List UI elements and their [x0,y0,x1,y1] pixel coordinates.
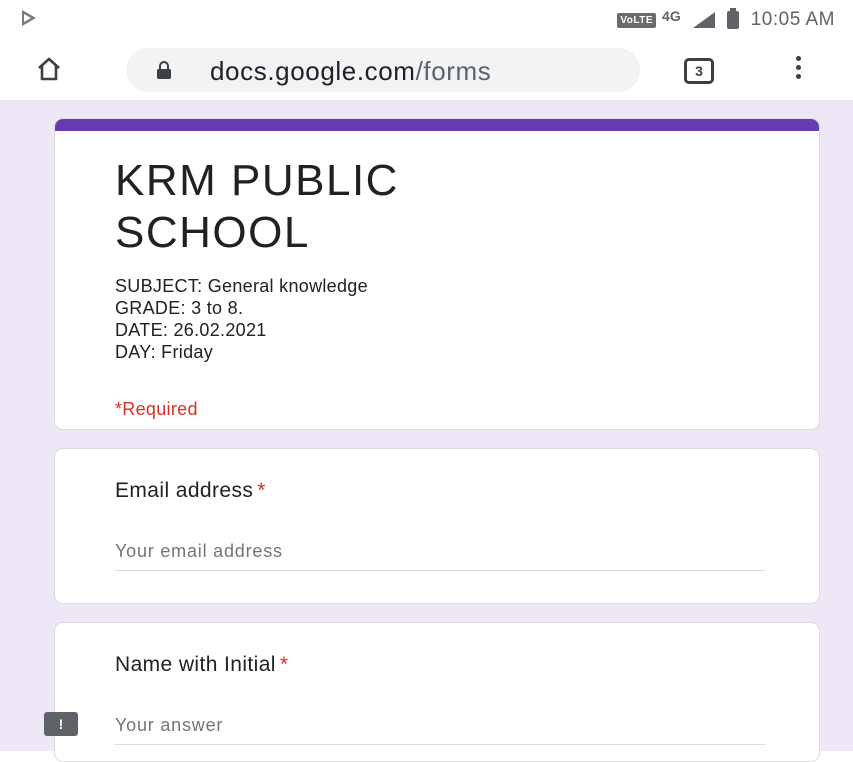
description-date: DATE: 26.02.2021 [115,320,267,340]
more-vert-icon[interactable] [790,56,806,86]
status-indicators: VoLTE 4G 10:05 AM [617,8,835,32]
volte-badge: VoLTE [617,12,657,28]
feedback-icon[interactable]: ! [44,712,78,736]
address-bar[interactable]: docs.google.com/forms [126,48,640,92]
url-text: docs.google.com/forms [210,56,491,87]
form-title: KRM PUBLIC SCHOOL [115,155,635,259]
question-label-email: Email address * [115,479,266,503]
status-bar: VoLTE 4G 10:05 AM [0,0,853,40]
signal-icon [692,12,715,28]
form-title-line2: SCHOOL [115,208,310,257]
form-title-line1: KRM PUBLIC [115,156,399,205]
required-asterisk: * [279,653,289,676]
form-description: SUBJECT: General knowledge GRADE: 3 to 8… [115,275,368,363]
header-accent-bar [55,119,819,131]
tab-switcher-button[interactable]: 3 [684,58,714,84]
url-domain: docs.google.com [210,56,416,86]
question-label-name: Name with Initial * [115,653,288,677]
home-icon[interactable] [36,56,62,82]
question-card-email: Email address * Your email address [54,448,820,604]
form-page: KRM PUBLIC SCHOOL SUBJECT: General knowl… [0,100,853,762]
lock-icon [157,61,171,79]
battery-icon [726,8,739,29]
form-header-card: KRM PUBLIC SCHOOL SUBJECT: General knowl… [54,118,820,430]
description-grade: GRADE: 3 to 8. [115,298,244,318]
email-field[interactable]: Your email address [115,541,765,571]
network-type: 4G [662,8,681,24]
url-path: /forms [415,56,492,86]
description-day: DAY: Friday [115,342,213,362]
name-field[interactable]: Your answer [115,715,765,745]
clock: 10:05 AM [750,9,835,30]
browser-toolbar: docs.google.com/forms 3 [0,40,853,100]
required-asterisk: * [257,479,266,502]
question-title: Email address [115,479,254,502]
play-icon [22,10,36,26]
description-subject: SUBJECT: General knowledge [115,276,368,296]
question-card-name: Name with Initial * Your answer [54,622,820,762]
required-note: *Required [115,399,198,419]
question-title: Name with Initial [115,653,276,676]
